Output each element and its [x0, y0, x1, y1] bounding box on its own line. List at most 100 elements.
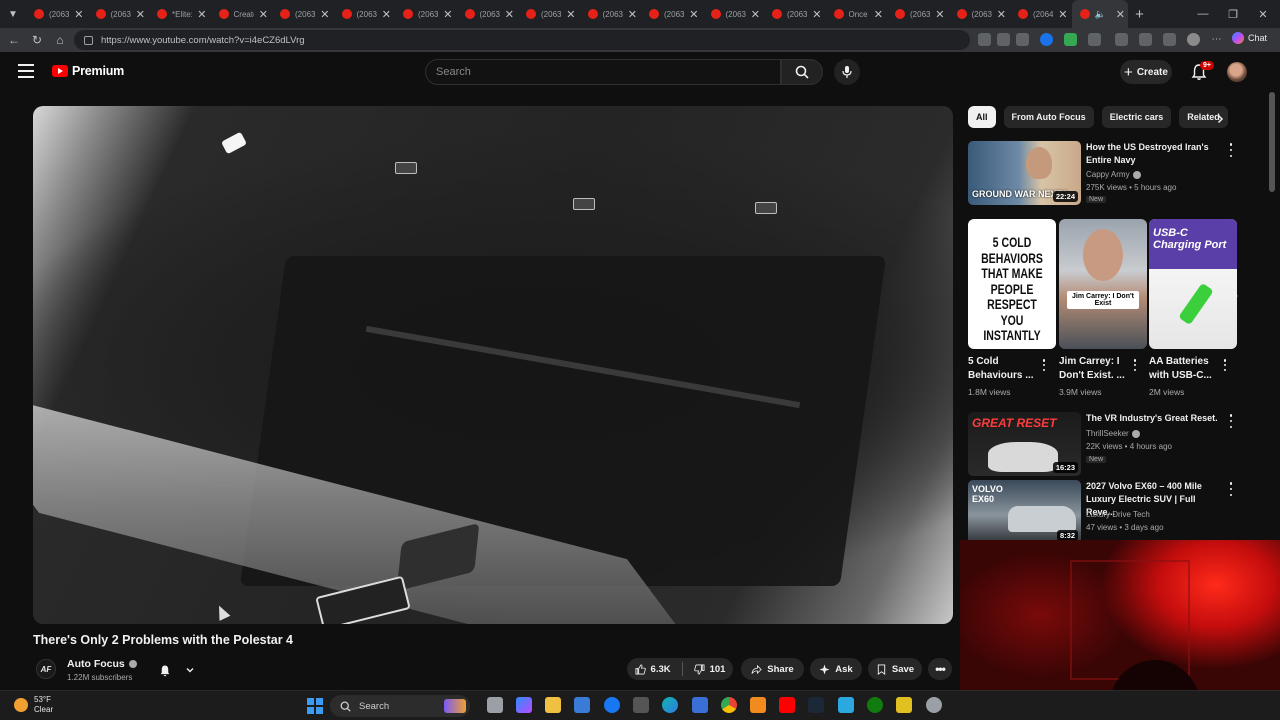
extension-icon[interactable]: [1064, 33, 1077, 46]
task-view-icon[interactable]: [487, 697, 503, 713]
home-button[interactable]: ⌂: [50, 30, 70, 50]
more-options-icon[interactable]: [1221, 359, 1229, 371]
extension-icon[interactable]: [1115, 33, 1128, 46]
app-icon[interactable]: [896, 697, 912, 713]
recommended-video[interactable]: GROUND WAR NEXT? 22:24 How the US Destro…: [968, 141, 1258, 205]
chrome-icon[interactable]: [721, 697, 737, 713]
close-tab-icon[interactable]: ✕: [320, 8, 329, 21]
browser-tab[interactable]: (2064) ✕: [1010, 0, 1072, 28]
search-input[interactable]: [436, 66, 780, 78]
browser-tab[interactable]: *Elite: ✕: [149, 0, 211, 28]
extension-icon[interactable]: [1088, 33, 1101, 46]
steam-icon[interactable]: [808, 697, 824, 713]
channel-name[interactable]: Auto Focus: [67, 658, 137, 670]
video-thumbnail[interactable]: GREAT RESET 16:23: [968, 412, 1081, 476]
maximize-button[interactable]: ❐: [1218, 0, 1248, 28]
close-tab-icon[interactable]: ✕: [935, 8, 944, 21]
app-icon[interactable]: [633, 697, 649, 713]
close-tab-icon[interactable]: ✕: [259, 8, 268, 21]
close-tab-icon[interactable]: ✕: [1116, 8, 1125, 21]
recommended-video[interactable]: GREAT RESET 16:23 The VR Industry's Grea…: [968, 412, 1258, 476]
taskbar-search[interactable]: Search: [330, 695, 470, 717]
browser-essentials-icon[interactable]: [1163, 33, 1176, 46]
short-thumbnail[interactable]: Jim Carrey: I Don't Exist: [1059, 219, 1147, 349]
weather-widget[interactable]: 53°F Clear: [14, 695, 53, 715]
browser-tab[interactable]: (2063) ✕: [334, 0, 396, 28]
browser-tab[interactable]: (2063) ✕: [764, 0, 826, 28]
browser-tab[interactable]: (2063) ✕: [949, 0, 1011, 28]
short-thumbnail[interactable]: USB-C Charging Port: [1149, 219, 1237, 349]
browser-tab[interactable]: Create ✕: [211, 0, 273, 28]
copilot-chat-button[interactable]: Chat: [1232, 32, 1267, 44]
voice-search-button[interactable]: [834, 59, 860, 85]
app-icon[interactable]: [750, 697, 766, 713]
start-menu-icon[interactable]: [307, 698, 323, 714]
xbox-icon[interactable]: [867, 697, 883, 713]
browser-tab[interactable]: (2063) ✕: [887, 0, 949, 28]
copilot-icon[interactable]: [516, 697, 532, 713]
browser-tab[interactable]: (2063) ✕: [88, 0, 150, 28]
close-tab-icon[interactable]: ✕: [197, 8, 206, 21]
file-explorer-icon[interactable]: [545, 697, 561, 713]
close-tab-icon[interactable]: ✕: [689, 8, 698, 21]
video-thumbnail[interactable]: GROUND WAR NEXT? 22:24: [968, 141, 1081, 205]
close-tab-icon[interactable]: ✕: [382, 8, 391, 21]
youtube-logo[interactable]: Premium: [52, 64, 124, 78]
close-tab-icon[interactable]: ✕: [443, 8, 452, 21]
account-avatar[interactable]: [1227, 62, 1247, 82]
extension-icon[interactable]: [1040, 33, 1053, 46]
speaker-icon[interactable]: 🔈: [1095, 9, 1106, 20]
filter-chip[interactable]: From Auto Focus: [1003, 106, 1094, 128]
close-tab-icon[interactable]: ✕: [566, 8, 575, 21]
settings-more-icon[interactable]: ⋯: [1210, 33, 1223, 46]
youtube-icon[interactable]: [779, 697, 795, 713]
like-button[interactable]: 6.3K: [635, 664, 671, 675]
edge-icon[interactable]: [662, 697, 678, 713]
more-options-icon[interactable]: [1226, 414, 1236, 428]
search-button[interactable]: [781, 59, 823, 85]
close-tab-icon[interactable]: ✕: [997, 8, 1006, 21]
app-icon[interactable]: [838, 697, 854, 713]
browser-tab[interactable]: Once ✕: [826, 0, 888, 28]
close-tab-icon[interactable]: ✕: [812, 8, 821, 21]
more-options-icon[interactable]: [1131, 359, 1139, 371]
recommended-video[interactable]: VOLVO EX60 8:32 2027 Volvo EX60 – 400 Mi…: [968, 480, 1258, 544]
filter-chip[interactable]: Electric cars: [1101, 106, 1172, 128]
video-player[interactable]: [33, 106, 953, 624]
page-scrollbar[interactable]: [1269, 92, 1275, 192]
close-tab-icon[interactable]: ✕: [874, 8, 883, 21]
dislike-button[interactable]: 101: [693, 664, 725, 675]
browser-tab[interactable]: (2063) ✕: [395, 0, 457, 28]
filter-chip[interactable]: All: [968, 106, 996, 128]
site-info-icon[interactable]: [84, 35, 93, 45]
close-tab-icon[interactable]: ✕: [505, 8, 514, 21]
browser-tab[interactable]: (2063) ✕: [26, 0, 88, 28]
new-tab-button[interactable]: +: [1128, 6, 1152, 23]
save-button[interactable]: Save: [868, 658, 922, 680]
close-tab-icon[interactable]: ✕: [628, 8, 637, 21]
reload-button[interactable]: ↻: [27, 30, 47, 50]
favorites-icon[interactable]: [1139, 33, 1152, 46]
extension-icon[interactable]: [997, 33, 1010, 46]
minimize-button[interactable]: —: [1188, 0, 1218, 28]
close-window-button[interactable]: ✕: [1248, 0, 1278, 28]
subscription-bell-button[interactable]: [152, 659, 202, 681]
browser-tab[interactable]: (2063) ✕: [703, 0, 765, 28]
create-button[interactable]: + Create: [1120, 60, 1172, 84]
browser-tab[interactable]: (2063) ✕: [457, 0, 519, 28]
channel-avatar[interactable]: AF: [36, 659, 56, 679]
browser-tab[interactable]: (2063) ✕: [641, 0, 703, 28]
back-button[interactable]: ←: [4, 30, 24, 50]
short-item[interactable]: USB-C Charging Port AA Batteries with US…: [1149, 219, 1237, 399]
video-thumbnail[interactable]: VOLVO EX60 8:32: [968, 480, 1081, 544]
short-item[interactable]: 5 COLD BEHAVIORS THAT MAKE PEOPLE RESPEC…: [968, 219, 1056, 399]
close-tab-icon[interactable]: ✕: [136, 8, 145, 21]
menu-icon[interactable]: [18, 64, 34, 78]
more-options-icon[interactable]: [1226, 482, 1236, 496]
more-options-icon[interactable]: [1226, 143, 1236, 157]
settings-icon[interactable]: [926, 697, 942, 713]
tab-search-menu-icon[interactable]: ▼: [0, 0, 26, 28]
more-options-icon[interactable]: [1040, 359, 1048, 371]
bookmark-star-icon[interactable]: [1016, 33, 1029, 46]
more-actions-button[interactable]: •••: [928, 658, 952, 680]
